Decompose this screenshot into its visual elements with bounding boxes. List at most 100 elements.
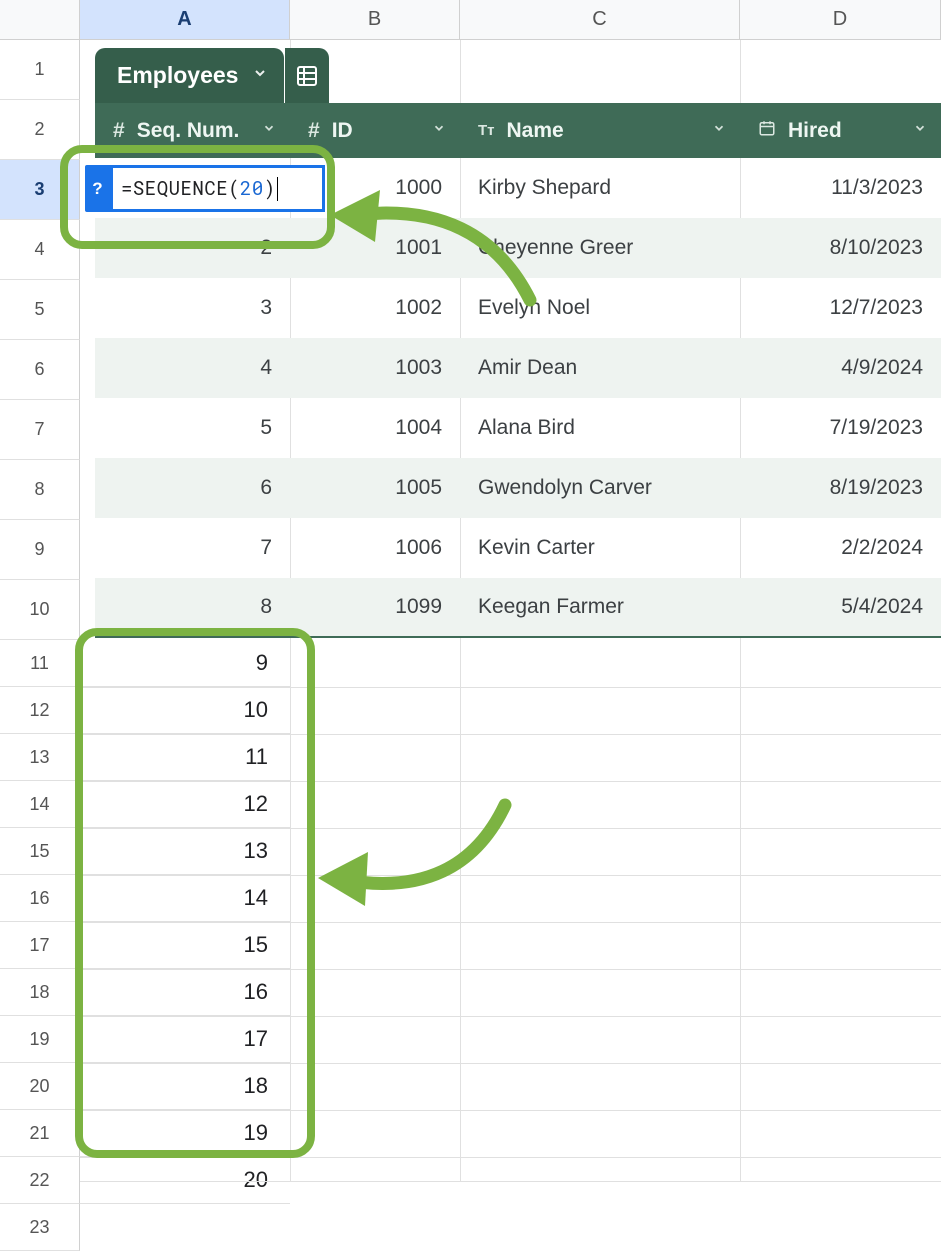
table-header-label: ID: [332, 119, 353, 143]
row-header[interactable]: 9: [0, 520, 80, 580]
spill-cell[interactable]: 18: [80, 1063, 290, 1110]
row-header[interactable]: 8: [0, 460, 80, 520]
column-header-a[interactable]: A: [80, 0, 290, 39]
column-header-c[interactable]: C: [460, 0, 740, 39]
row-header[interactable]: 18: [0, 969, 80, 1016]
spill-cell[interactable]: 17: [80, 1016, 290, 1063]
spill-cell[interactable]: 13: [80, 828, 290, 875]
table-row[interactable]: 4 1003 Amir Dean 4/9/2024: [95, 338, 941, 398]
cell-seqnum[interactable]: 4: [95, 356, 290, 380]
row-header[interactable]: 23: [0, 1204, 80, 1251]
row-header[interactable]: 16: [0, 875, 80, 922]
row-header[interactable]: 6: [0, 340, 80, 400]
row-header[interactable]: 14: [0, 781, 80, 828]
cell-seqnum[interactable]: 8: [95, 595, 290, 619]
formula-input[interactable]: =SEQUENCE(20): [110, 165, 325, 212]
column-header-row: A B C D: [0, 0, 941, 40]
spill-cell[interactable]: 15: [80, 922, 290, 969]
cell-seqnum[interactable]: 7: [95, 536, 290, 560]
spill-cell[interactable]: 12: [80, 781, 290, 828]
cell-hired[interactable]: 7/19/2023: [740, 416, 941, 440]
spill-cell[interactable]: 9: [80, 640, 290, 687]
table-view-icon[interactable]: [285, 48, 329, 103]
row-header[interactable]: 5: [0, 280, 80, 340]
sheet-grid[interactable]: Employees # Seq. Num.: [80, 40, 941, 1181]
cell-hired[interactable]: 5/4/2024: [740, 595, 941, 619]
table-row[interactable]: 8 1099 Keegan Farmer 5/4/2024: [95, 578, 941, 638]
cell-name[interactable]: Kirby Shepard: [460, 176, 740, 200]
cell-hired[interactable]: 8/10/2023: [740, 236, 941, 260]
table-header-id[interactable]: # ID: [290, 103, 460, 158]
row-header[interactable]: 7: [0, 400, 80, 460]
cell-id[interactable]: 1005: [290, 476, 460, 500]
cell-name[interactable]: Gwendolyn Carver: [460, 476, 740, 500]
spill-cell[interactable]: 10: [80, 687, 290, 734]
select-all-corner[interactable]: [0, 0, 80, 39]
table-header-seqnum[interactable]: # Seq. Num.: [95, 103, 290, 158]
row-header[interactable]: 4: [0, 220, 80, 280]
table-row[interactable]: 2 1001 Cheyenne Greer 8/10/2023: [95, 218, 941, 278]
row-header[interactable]: 19: [0, 1016, 80, 1063]
chevron-down-icon: [432, 121, 446, 140]
spill-cell[interactable]: 19: [80, 1110, 290, 1157]
cell-hired[interactable]: 12/7/2023: [740, 296, 941, 320]
table-name-label: Employees: [117, 62, 238, 89]
column-header-d[interactable]: D: [740, 0, 941, 39]
table-name-button[interactable]: Employees: [95, 48, 284, 103]
row-header[interactable]: 11: [0, 640, 80, 687]
cell-id[interactable]: 1004: [290, 416, 460, 440]
cell-name[interactable]: Alana Bird: [460, 416, 740, 440]
row-header[interactable]: 1: [0, 40, 80, 100]
cell-name[interactable]: Kevin Carter: [460, 536, 740, 560]
cell-hired[interactable]: 4/9/2024: [740, 356, 941, 380]
row-header[interactable]: 17: [0, 922, 80, 969]
formula-arg: 20: [240, 176, 264, 201]
row-header[interactable]: 21: [0, 1110, 80, 1157]
row-header[interactable]: 15: [0, 828, 80, 875]
column-header-b[interactable]: B: [290, 0, 460, 39]
cell-hired[interactable]: 2/2/2024: [740, 536, 941, 560]
row-header[interactable]: 2: [0, 100, 80, 160]
formula-editor: ? =SEQUENCE(20): [85, 165, 325, 212]
chevron-down-icon: [262, 121, 276, 140]
cell-hired[interactable]: 8/19/2023: [740, 476, 941, 500]
table-row[interactable]: 6 1005 Gwendolyn Carver 8/19/2023: [95, 458, 941, 518]
row-header[interactable]: 12: [0, 687, 80, 734]
formula-text-prefix: =SEQUENCE(: [121, 176, 240, 201]
cell-id[interactable]: 1099: [290, 595, 460, 619]
table-name-tab: Employees: [95, 48, 329, 103]
text-type-icon: Tᴛ: [478, 122, 495, 139]
cell-id[interactable]: 1001: [290, 236, 460, 260]
cell-seqnum[interactable]: 2: [95, 236, 290, 260]
table-header-name[interactable]: Tᴛ Name: [460, 103, 740, 158]
cell-name[interactable]: Evelyn Noel: [460, 296, 740, 320]
number-type-icon: #: [308, 119, 320, 143]
formula-help-button[interactable]: ?: [85, 165, 110, 212]
cell-hired[interactable]: 11/3/2023: [740, 176, 941, 200]
table-row[interactable]: 5 1004 Alana Bird 7/19/2023: [95, 398, 941, 458]
cell-name[interactable]: Keegan Farmer: [460, 595, 740, 619]
cell-seqnum[interactable]: 3: [95, 296, 290, 320]
number-type-icon: #: [113, 119, 125, 143]
row-header[interactable]: 20: [0, 1063, 80, 1110]
spill-cell[interactable]: 16: [80, 969, 290, 1016]
table-body: 1 1000 Kirby Shepard 11/3/2023 2 1001 Ch…: [95, 158, 941, 638]
table-header-label: Seq. Num.: [137, 119, 240, 143]
cell-id[interactable]: 1006: [290, 536, 460, 560]
cell-name[interactable]: Amir Dean: [460, 356, 740, 380]
cell-id[interactable]: 1003: [290, 356, 460, 380]
table-header-hired[interactable]: Hired: [740, 103, 941, 158]
table-header-row: # Seq. Num. # ID Tᴛ Name: [95, 103, 941, 158]
row-header[interactable]: 10: [0, 580, 80, 640]
spill-cell[interactable]: 14: [80, 875, 290, 922]
cell-name[interactable]: Cheyenne Greer: [460, 236, 740, 260]
cell-seqnum[interactable]: 6: [95, 476, 290, 500]
cell-id[interactable]: 1002: [290, 296, 460, 320]
table-row[interactable]: 3 1002 Evelyn Noel 12/7/2023: [95, 278, 941, 338]
chevron-down-icon: [712, 121, 726, 140]
spill-cell[interactable]: 11: [80, 734, 290, 781]
row-header[interactable]: 13: [0, 734, 80, 781]
cell-seqnum[interactable]: 5: [95, 416, 290, 440]
row-header[interactable]: 3: [0, 160, 80, 220]
table-row[interactable]: 7 1006 Kevin Carter 2/2/2024: [95, 518, 941, 578]
